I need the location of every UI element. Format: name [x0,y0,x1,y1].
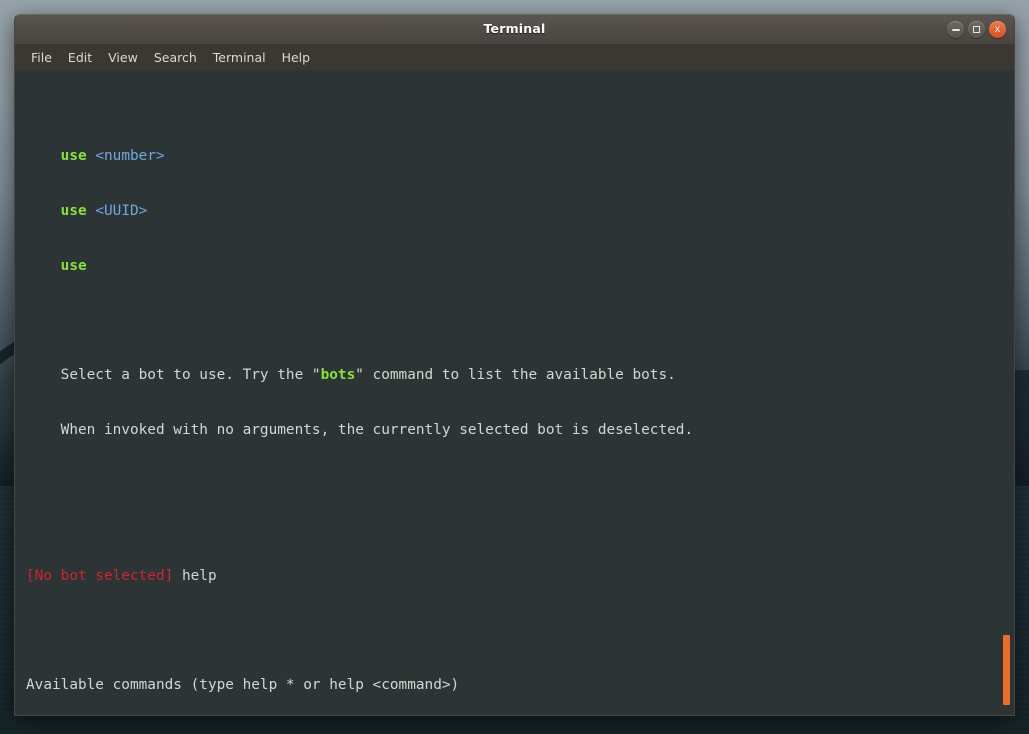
titlebar[interactable]: Terminal x [14,14,1015,44]
menu-item-terminal[interactable]: Terminal [205,48,274,67]
use-desc-post: " command to list the available bots. [355,367,676,383]
terminal-screen[interactable]: use <number> use <UUID> use Select a bot… [26,74,998,715]
use-arg-number: <number> [95,148,165,164]
maximize-button[interactable] [968,21,985,38]
window-title: Terminal [483,21,546,36]
terminal-line: Available commands (type help * or help … [26,676,998,694]
scrollbar-track[interactable] [999,70,1013,715]
command-input-help: help [181,567,217,584]
menubar: File Edit View Search Terminal Help [14,44,1015,70]
use-desc-pre: Select a bot to use. Try the " [60,367,321,383]
close-button[interactable]: x [989,21,1006,38]
prompt-label: [No bot selected] [26,567,174,584]
terminal-line: use [26,257,998,275]
use-desc-keyword: bots [320,367,356,383]
terminal-line: When invoked with no arguments, the curr… [26,421,998,439]
use-arg-uuid: <UUID> [95,202,148,219]
use-command-2: use [60,202,87,219]
maximize-icon [968,21,985,38]
close-icon: x [994,23,1001,35]
terminal-line: Select a bot to use. Try the "bots" comm… [26,366,998,384]
menu-item-search[interactable]: Search [146,48,205,67]
menu-item-view[interactable]: View [100,48,146,67]
menu-item-file[interactable]: File [23,48,60,67]
terminal-line: use <number> [26,147,998,165]
use-command-1: use [60,148,87,164]
menu-item-edit[interactable]: Edit [60,48,100,67]
terminal-prompt-line: [No bot selected] help [26,567,998,585]
scrollbar-thumb[interactable] [1003,635,1010,705]
available-commands-heading: Available commands (type help * or help … [26,677,460,694]
menu-item-help[interactable]: Help [274,48,319,67]
terminal-line: use <UUID> [26,202,998,220]
window-controls: x [947,21,1006,38]
terminal-body[interactable]: use <number> use <UUID> use Select a bot… [14,70,1015,716]
minimize-button[interactable] [947,21,964,38]
use-desc-line2: When invoked with no arguments, the curr… [60,421,694,438]
terminal-window: Terminal x File Edit View Search Termina… [14,14,1015,716]
use-command-3: use [60,257,87,274]
minimize-icon [947,21,964,38]
